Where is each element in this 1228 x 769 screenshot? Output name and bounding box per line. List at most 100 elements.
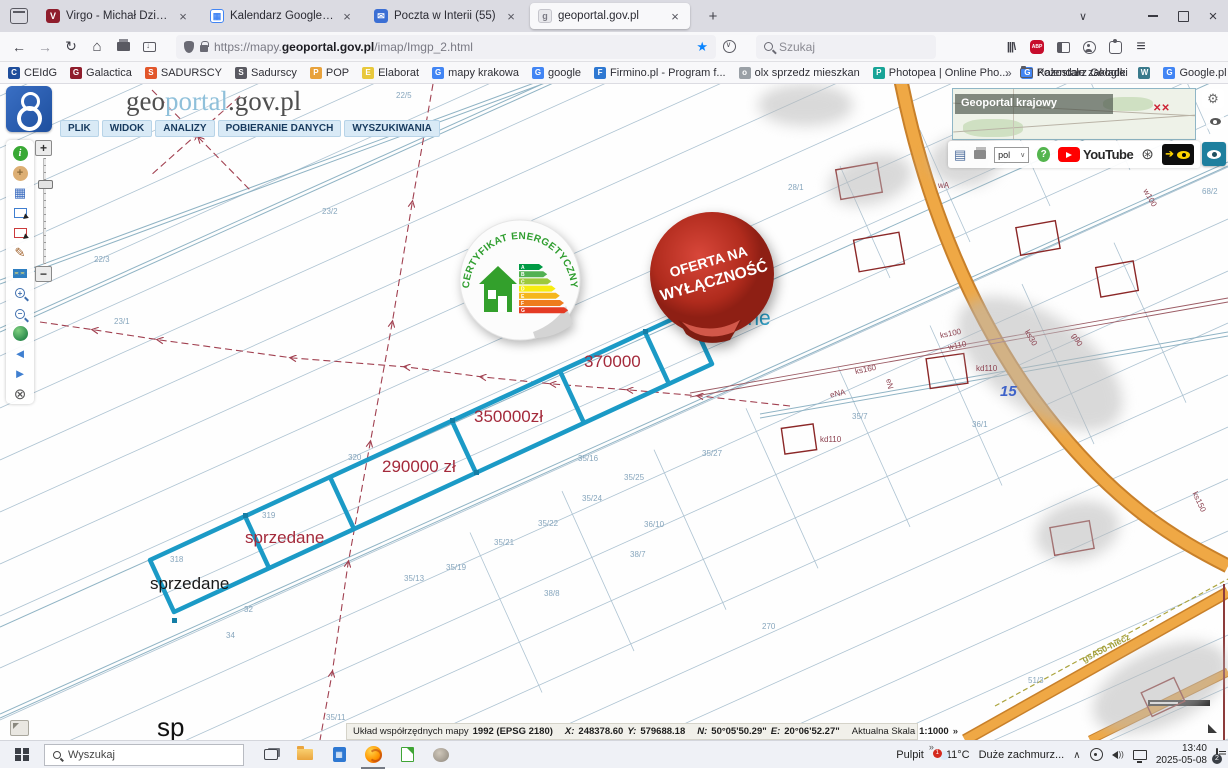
sidebar-icon[interactable]: [1050, 35, 1076, 59]
bookmark-star-icon[interactable]: [696, 39, 708, 55]
window-close-button[interactable]: [1198, 3, 1228, 29]
tab-virgo[interactable]: V Virgo - Michał Dzięcioł ×: [38, 3, 198, 29]
clock[interactable]: 13:402025-05-08: [1156, 743, 1207, 767]
bookmark-item[interactable]: CCEIdG: [8, 67, 57, 79]
window-minimize-button[interactable]: [1138, 3, 1168, 29]
forward-icon[interactable]: [32, 35, 58, 59]
extension-icon[interactable]: [1102, 35, 1128, 59]
new-tab-button[interactable]: [698, 3, 728, 29]
network-icon[interactable]: [1133, 750, 1147, 760]
menu-wyszukiwania[interactable]: WYSZUKIWANIA: [344, 120, 439, 137]
tab-close-icon[interactable]: ×: [668, 9, 682, 24]
select-rect-icon[interactable]: [12, 205, 29, 222]
menu-analizy[interactable]: ANALIZY: [155, 120, 214, 137]
youtube-link[interactable]: YouTube: [1058, 147, 1133, 162]
back-arrow-icon[interactable]: [12, 345, 29, 362]
screenshot-icon[interactable]: [136, 35, 162, 59]
tab-list-chevron-icon[interactable]: [1068, 3, 1098, 29]
zoom-minus-button[interactable]: −: [35, 266, 52, 282]
forward-arrow-icon[interactable]: [12, 365, 29, 382]
weather-temp[interactable]: 11°C: [946, 749, 970, 761]
gear-icon[interactable]: ⚙: [1202, 89, 1224, 108]
taskbar-search-box[interactable]: Wyszukaj: [44, 744, 244, 766]
gimp-icon[interactable]: [424, 741, 458, 769]
form-icon[interactable]: [954, 146, 966, 164]
account-icon[interactable]: [1076, 35, 1102, 59]
zoom-out-icon[interactable]: −: [12, 305, 29, 322]
menu-plik[interactable]: PLIK: [60, 120, 99, 137]
tray-expand-chevron-icon[interactable]: [1073, 749, 1080, 761]
visibility-toggle-icon[interactable]: [1206, 114, 1224, 129]
bookmark-item[interactable]: PPOP: [310, 67, 349, 79]
bookmark-item[interactable]: Gmapy krakowa: [432, 67, 519, 79]
zoom-slider-handle[interactable]: [38, 180, 53, 189]
desktop-toolbar[interactable]: Pulpit»: [896, 749, 928, 761]
attribute-table-icon[interactable]: [12, 185, 29, 202]
calculator-icon[interactable]: ▦: [322, 741, 356, 769]
start-button[interactable]: [0, 741, 44, 769]
bookmark-item[interactable]: PPhotopea | Online Pho...: [873, 67, 1009, 79]
helm-icon[interactable]: [1141, 145, 1154, 164]
measure-icon[interactable]: [12, 245, 29, 262]
bookmark-item[interactable]: oolx sprzedz mieszkan: [739, 67, 860, 79]
speaker-icon[interactable]: )): [1112, 750, 1124, 759]
help-icon[interactable]: ?: [1037, 147, 1050, 162]
zoom-in-icon[interactable]: +: [12, 285, 29, 302]
menu-widok[interactable]: WIDOK: [102, 120, 152, 137]
url-text[interactable]: https://mapy.geoportal.gov.pl/imap/Imgp_…: [214, 40, 690, 54]
accessibility-contrast-toggle[interactable]: ➔: [1162, 144, 1194, 165]
tracking-protection-shield-icon[interactable]: [184, 41, 194, 53]
camera-tray-icon[interactable]: [1090, 748, 1103, 761]
task-view-button[interactable]: [254, 741, 288, 769]
tab-mail[interactable]: ✉ Poczta w Interii (55) ×: [366, 3, 526, 29]
zoom-slider[interactable]: + −: [35, 140, 53, 282]
globe-icon[interactable]: [12, 325, 29, 342]
reload-icon[interactable]: [58, 35, 84, 59]
menu-pobieranie-danych[interactable]: POBIERANIE DANYCH: [218, 120, 342, 137]
deselect-rect-icon[interactable]: [12, 225, 29, 242]
firefox-icon[interactable]: [356, 741, 390, 769]
geoportal-logo[interactable]: [6, 86, 52, 132]
pocket-icon[interactable]: [716, 35, 742, 59]
home-icon[interactable]: [84, 35, 110, 59]
layers-visibility-button[interactable]: [1202, 142, 1226, 166]
bookmark-item[interactable]: EElaborat: [362, 67, 419, 79]
bookmark-item[interactable]: Ggoogle: [532, 67, 581, 79]
tab-close-icon[interactable]: ×: [176, 9, 190, 24]
library-icon[interactable]: [998, 35, 1024, 59]
scale-icon[interactable]: ≍≍: [12, 265, 29, 282]
notifications-icon[interactable]: 2: [1216, 749, 1218, 761]
resize-handle-icon[interactable]: [1208, 724, 1217, 733]
tab-calendar[interactable]: ▦ Kalendarz Google - Tydzień, w ×: [202, 3, 362, 29]
adblock-icon[interactable]: ABP: [1024, 35, 1050, 59]
bookmarks-overflow-chevron[interactable]: [1005, 66, 1012, 80]
other-bookmarks[interactable]: Pozostałe zakładki: [1020, 67, 1128, 79]
file-explorer-icon[interactable]: [288, 741, 322, 769]
bookmark-item[interactable]: GGalactica: [70, 67, 132, 79]
zoom-slider-track[interactable]: [43, 158, 46, 264]
map-corner-icon[interactable]: [10, 720, 29, 736]
back-icon[interactable]: [6, 35, 32, 59]
zoom-plus-button[interactable]: +: [35, 140, 52, 156]
bookmark-item[interactable]: GGoogle.pl: [1163, 67, 1226, 79]
window-restore-button[interactable]: [1168, 3, 1198, 29]
bookmark-item[interactable]: SSADURSCY: [145, 67, 222, 79]
bookmark-item[interactable]: SSadurscy: [235, 67, 297, 79]
bookmark-item[interactable]: FFirmino.pl - Program f...: [594, 67, 726, 79]
weather-desc[interactable]: Duże zachmurz...: [979, 749, 1065, 761]
tab-close-icon[interactable]: ×: [504, 9, 518, 24]
firefox-view-icon[interactable]: [10, 8, 28, 24]
menu-hamburger-icon[interactable]: [1128, 35, 1154, 59]
pan-icon[interactable]: +: [12, 165, 29, 182]
print-icon[interactable]: [110, 35, 136, 59]
geoportal-map-viewport[interactable]: geoportal.gov.pl PLIK WIDOK ANALIZY POBI…: [0, 84, 1228, 740]
url-bar[interactable]: https://mapy.geoportal.gov.pl/imap/Imgp_…: [176, 35, 716, 59]
language-select[interactable]: pol: [994, 147, 1029, 163]
tab-geoportal-active[interactable]: g geoportal.gov.pl ×: [530, 3, 690, 29]
tab-close-icon[interactable]: ×: [340, 9, 354, 24]
printer-icon[interactable]: [974, 150, 986, 159]
info-icon[interactable]: i: [12, 145, 29, 162]
status-expand-chevron[interactable]: »: [953, 726, 958, 737]
browser-search-box[interactable]: Szukaj: [756, 35, 936, 59]
clear-icon[interactable]: [12, 385, 29, 402]
